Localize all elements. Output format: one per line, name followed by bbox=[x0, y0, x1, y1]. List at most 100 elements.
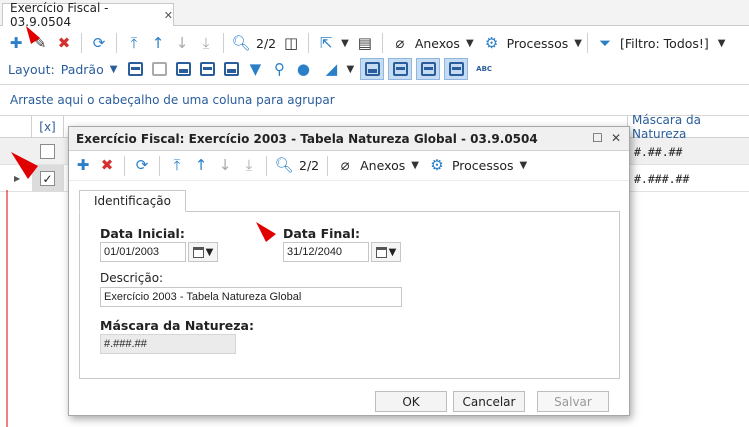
separator bbox=[81, 33, 82, 53]
filter-icon: ⏷ bbox=[598, 33, 611, 52]
next-record-icon[interactable]: ↓ bbox=[215, 156, 235, 176]
tab-exercicio-fiscal[interactable]: Exercício Fiscal - 03.9.0504 ✕ bbox=[2, 1, 174, 29]
gear-icon: ⚙ bbox=[430, 156, 444, 174]
spellcheck-button[interactable]: ABC bbox=[476, 65, 492, 73]
first-record-icon[interactable]: ⤒ bbox=[167, 156, 187, 176]
calendar-icon bbox=[375, 246, 387, 258]
data-final-field[interactable]: 31/12/2040 bbox=[283, 242, 369, 262]
chevron-down-icon[interactable]: ▼ bbox=[110, 64, 118, 75]
record-counter: 2/2 bbox=[299, 158, 320, 173]
shapes-icon[interactable]: ● bbox=[293, 59, 313, 79]
identificacao-panel: Data Inicial: 01/01/2003 ▼ Data Final: 3… bbox=[79, 211, 620, 379]
last-record-icon[interactable]: ⤓ bbox=[239, 156, 259, 176]
export-icon[interactable]: ⇱ bbox=[316, 33, 336, 53]
document-tab-bar: Exercício Fiscal - 03.9.0504 ✕ bbox=[0, 0, 749, 29]
chevron-down-icon[interactable]: ▼ bbox=[341, 38, 349, 49]
cancel-button[interactable]: Cancelar bbox=[453, 391, 525, 412]
current-row-indicator-icon: ▶ bbox=[14, 174, 21, 183]
processos-button[interactable]: Processos bbox=[452, 158, 514, 173]
refresh-icon[interactable]: ⟳ bbox=[89, 33, 109, 53]
separator bbox=[116, 33, 117, 53]
view-mode-4-icon[interactable] bbox=[444, 58, 469, 80]
separator bbox=[223, 33, 224, 53]
separator bbox=[159, 155, 160, 176]
row-mask-cell: #.###.## bbox=[634, 171, 690, 186]
view-mode-2-icon[interactable] bbox=[388, 58, 413, 80]
descricao-field[interactable]: Exercício 2003 - Tabela Natureza Global bbox=[100, 287, 402, 307]
first-record-icon[interactable]: ⤒ bbox=[124, 33, 144, 53]
layout-toolbar: Layout: Padrão ▼ ▼ ⚲ ● ◢ ▼ ABC bbox=[0, 56, 749, 82]
ok-button[interactable]: OK bbox=[375, 391, 447, 412]
chevron-down-icon[interactable]: ▼ bbox=[520, 160, 528, 171]
previous-record-icon[interactable]: ↑ bbox=[148, 33, 168, 53]
row-checkbox-checked[interactable]: ✓ bbox=[40, 171, 55, 186]
layout-select[interactable]: Padrão bbox=[61, 62, 104, 77]
chevron-down-icon[interactable]: ▼ bbox=[346, 64, 354, 75]
group-by-area[interactable]: Arraste aqui o cabeçalho de uma coluna p… bbox=[0, 84, 749, 116]
previous-record-icon[interactable]: ↑ bbox=[191, 156, 211, 176]
row-mask-cell: #.##.## bbox=[634, 144, 683, 159]
pin-icon[interactable]: ⚲ bbox=[269, 59, 289, 79]
chevron-down-icon[interactable]: ▼ bbox=[466, 38, 474, 49]
data-final-label: Data Final: bbox=[283, 226, 361, 241]
view-mode-1-icon[interactable] bbox=[360, 58, 385, 80]
view-mode-3-icon[interactable] bbox=[416, 58, 441, 80]
data-final-calendar-button[interactable]: ▼ bbox=[371, 242, 401, 262]
delete-icon[interactable]: ✖ bbox=[54, 33, 74, 53]
remove-column-icon[interactable] bbox=[149, 59, 169, 79]
last-record-icon[interactable]: ⤓ bbox=[196, 33, 216, 53]
separator bbox=[327, 155, 329, 176]
chevron-down-icon[interactable]: ▼ bbox=[718, 38, 726, 49]
add-icon[interactable]: ✚ bbox=[73, 156, 93, 176]
separator bbox=[586, 33, 588, 53]
dialog-toolbar: ✚ ✖ ⟳ ⤒ ↑ ↓ ⤓ 🔍︎ 2/2 ⌀ Anexos ▼ ⚙ Proces… bbox=[69, 151, 629, 181]
download-layout-icon[interactable] bbox=[221, 59, 241, 79]
mascara-header-label: Máscara da Natureza bbox=[632, 113, 701, 141]
close-icon[interactable]: ✕ bbox=[611, 131, 621, 145]
add-column-icon[interactable] bbox=[125, 59, 145, 79]
anexos-button[interactable]: Anexos bbox=[415, 36, 460, 51]
paint-icon[interactable]: ▼ bbox=[245, 59, 265, 79]
refresh-icon[interactable]: ⟳ bbox=[132, 156, 152, 176]
upload-layout-icon[interactable] bbox=[197, 59, 217, 79]
dialog-title-bar: Exercício Fiscal: Exercício 2003 - Tabel… bbox=[69, 127, 629, 151]
paperclip-icon: ⌀ bbox=[340, 156, 350, 174]
mascara-label: Máscara da Natureza: bbox=[100, 318, 254, 333]
chevron-down-icon: ▼ bbox=[388, 246, 397, 258]
delete-icon[interactable]: ✖ bbox=[97, 156, 117, 176]
save-button[interactable]: Salvar bbox=[537, 391, 609, 412]
anexos-button[interactable]: Anexos bbox=[360, 158, 405, 173]
chevron-down-icon[interactable]: ▼ bbox=[574, 38, 582, 49]
separator bbox=[381, 33, 383, 53]
calendar-icon bbox=[192, 246, 204, 258]
columns-icon[interactable]: ◫ bbox=[281, 33, 301, 53]
chart-icon[interactable]: ◢ bbox=[321, 59, 341, 79]
column-header-select[interactable]: [x] bbox=[32, 116, 64, 138]
filter-button[interactable]: [Filtro: Todos!] bbox=[620, 36, 709, 51]
record-dialog: Exercício Fiscal: Exercício 2003 - Tabel… bbox=[68, 126, 630, 416]
tab-title: Exercício Fiscal - 03.9.0504 bbox=[10, 1, 109, 29]
column-header-mascara[interactable]: Máscara da Natureza bbox=[628, 113, 749, 141]
add-icon[interactable]: ✚ bbox=[6, 33, 26, 53]
mascara-field: #.###.## bbox=[100, 334, 236, 354]
next-record-icon[interactable]: ↓ bbox=[172, 33, 192, 53]
edit-icon[interactable]: ✎ bbox=[30, 33, 50, 53]
main-toolbar: ✚ ✎ ✖ ⟳ ⤒ ↑ ↓ ⤓ 🔍︎ 2/2 ◫ ⇱ ▼ ▤ ⌀ Anexos ▼… bbox=[0, 28, 749, 58]
gear-icon: ⚙ bbox=[484, 33, 499, 52]
row-checkbox[interactable] bbox=[40, 144, 55, 159]
search-icon[interactable]: 🔍︎ bbox=[231, 33, 251, 53]
descricao-label: Descrição: bbox=[100, 271, 164, 285]
maximize-icon[interactable]: ☐ bbox=[592, 131, 603, 145]
restore-layout-icon[interactable] bbox=[173, 59, 193, 79]
chevron-down-icon: ▼ bbox=[205, 246, 214, 258]
processos-button[interactable]: Processos bbox=[507, 36, 569, 51]
data-inicial-field[interactable]: 01/01/2003 bbox=[100, 242, 186, 262]
data-inicial-calendar-button[interactable]: ▼ bbox=[188, 242, 218, 262]
data-inicial-label: Data Inicial: bbox=[100, 226, 185, 241]
close-icon[interactable]: ✕ bbox=[164, 9, 173, 22]
chevron-down-icon[interactable]: ▼ bbox=[411, 160, 419, 171]
document-icon[interactable]: ▤ bbox=[355, 33, 375, 53]
separator bbox=[124, 155, 125, 176]
tab-identificacao[interactable]: Identificação bbox=[79, 190, 186, 212]
search-icon[interactable]: 🔍︎ bbox=[274, 156, 294, 176]
